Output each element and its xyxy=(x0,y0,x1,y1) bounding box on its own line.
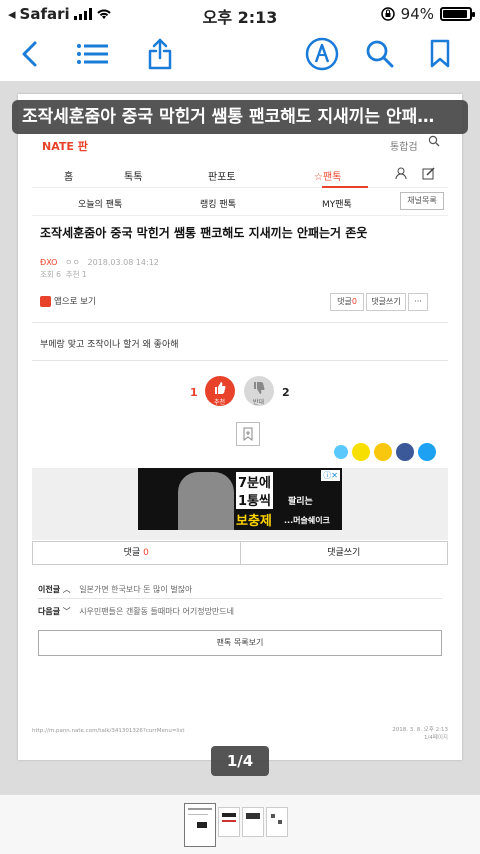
status-right: 94% xyxy=(380,5,475,23)
user-icon xyxy=(395,167,407,180)
nate-pann-logo: NATE 판 xyxy=(42,140,88,153)
comment-tabs: 댓글 0 댓글쓰기 xyxy=(32,541,448,565)
markup-pen-icon[interactable] xyxy=(304,36,340,72)
thumbnail-page-3[interactable] xyxy=(242,807,264,837)
app-view-button: 앱으로 보기 xyxy=(40,295,96,307)
reader-toolbar xyxy=(0,28,480,82)
upvote-count: 1 xyxy=(190,386,198,399)
comment-count: 0 xyxy=(351,297,357,306)
app-icon xyxy=(40,295,51,307)
chevron-down-icon: ﹀ xyxy=(60,607,71,616)
twitter-icon xyxy=(418,443,436,461)
downvote-count: 2 xyxy=(282,386,290,399)
post-recommend: 추천 1 xyxy=(65,270,87,279)
post-body: 부메랑 맞고 조작이나 할거 왜 좋아해 xyxy=(40,340,179,350)
battery-percent: 94% xyxy=(400,5,434,23)
nav-home: 홈 xyxy=(64,172,74,183)
back-chevron-icon[interactable] xyxy=(12,36,48,72)
battery-icon xyxy=(440,7,475,21)
thumbnail-page-1[interactable] xyxy=(184,803,216,847)
post-stats: 조회 6 추천 1 xyxy=(40,269,87,280)
scrap-button xyxy=(236,422,260,446)
ad-line1: 7분에 xyxy=(236,472,273,491)
post-date: 2018.03.08 14:12 xyxy=(87,258,159,267)
prev-post: 이전글 ︿ 일본가면 한국보다 돈 많이 벌잖아 xyxy=(38,584,192,595)
nav-toktok: 톡톡 xyxy=(124,172,143,183)
ad-line3: 팔리는 xyxy=(288,497,313,507)
tab-write-comment: 댓글쓰기 xyxy=(239,542,448,564)
app-view-label: 앱으로 보기 xyxy=(54,297,96,307)
comment-count-box: 댓글0 xyxy=(330,293,364,311)
more-box: ··· xyxy=(408,293,428,311)
thumbnail-page-4[interactable] xyxy=(266,807,288,837)
advertisement-banner: 7분에 1통씩 팔리는 보충제 ...머슬쉐이크 ⓘ✕ xyxy=(138,468,342,530)
write-comment-box: 댓글쓰기 xyxy=(366,293,406,311)
main-nav: 홈 톡톡 판포토 ☆팬톡 xyxy=(32,160,448,188)
prev-label: 이전글 xyxy=(38,585,61,594)
footer-timestamp: 2018. 3. 8. 오후 2:13 xyxy=(392,727,448,733)
next-label: 다음글 xyxy=(38,607,61,616)
kakaotalk-icon xyxy=(352,443,370,461)
post-views: 조회 6 xyxy=(40,270,61,279)
ad-line2: 1통씩 xyxy=(236,490,273,509)
channel-list-button: 채널목록 xyxy=(400,192,444,210)
thumbnail-strip xyxy=(0,794,480,854)
share-icons xyxy=(334,443,436,461)
upvote-label: 추천 xyxy=(214,399,226,406)
divider xyxy=(32,322,448,323)
next-text: 시우민팬들은 갠활동 들때마다 어기정망만드네 xyxy=(79,607,235,616)
nav-active-underline xyxy=(322,186,368,188)
comment-label: 댓글 xyxy=(337,297,352,306)
thumbs-up-icon xyxy=(215,382,226,394)
page-indicator: 1/4 xyxy=(211,746,269,776)
search-icon xyxy=(428,135,440,147)
write-icon xyxy=(422,167,435,180)
document-viewer[interactable]: NATE 판 통합검 홈 톡톡 판포토 ☆팬톡 오늘의 팬톡 랭킹 팬톡 MY팬… xyxy=(0,82,480,794)
ad-line4: 보충제 xyxy=(236,514,272,529)
thumbs-down-icon xyxy=(254,382,265,394)
sub-nav: 오늘의 팬톡 랭킹 팬톡 MY팬톡 채널목록 xyxy=(32,190,448,216)
post-meta: ĐXO ㅇㅇ 2018.03.08 14:12 xyxy=(40,257,159,268)
next-post: 다음글 ﹀ 시우민팬들은 갠활동 들때마다 어기정망만드네 xyxy=(38,606,234,617)
document-title-banner: 조작세훈줌아 중국 막힌거 쌤통 팬코해도 지새끼는 안패… xyxy=(12,100,468,134)
integrated-search-label: 통합검 xyxy=(390,142,418,153)
subnav-my: MY팬톡 xyxy=(322,200,352,210)
downvote-label: 반대 xyxy=(253,399,265,406)
band-icon xyxy=(334,445,348,459)
kakaostory-icon xyxy=(374,443,392,461)
share-icon[interactable] xyxy=(142,36,178,72)
ad-close-icon: ⓘ✕ xyxy=(321,470,340,481)
upvote-button: 추천 xyxy=(205,376,235,406)
footer-date: 2018. 3. 8. 오후 2:13 1/4페이지 xyxy=(392,726,448,742)
post-author: ĐXO xyxy=(40,258,58,267)
chevron-up-icon: ︿ xyxy=(60,585,71,594)
rotation-lock-icon xyxy=(380,7,395,21)
subnav-today: 오늘의 팬톡 xyxy=(78,200,123,210)
divider xyxy=(38,598,442,599)
ad-model-image xyxy=(178,472,234,530)
status-bar: ◂ Safari 오후 2:13 94% xyxy=(0,0,480,28)
bookmark-plus-icon xyxy=(243,427,253,441)
nav-fantalk: ☆팬톡 xyxy=(314,172,342,183)
thumbnail-page-2[interactable] xyxy=(218,807,240,837)
pdf-page: NATE 판 통합검 홈 톡톡 판포토 ☆팬톡 오늘의 팬톡 랭킹 팬톡 MY팬… xyxy=(18,94,462,760)
list-icon[interactable] xyxy=(74,36,110,72)
facebook-icon xyxy=(396,443,414,461)
tab-comments-count: 0 xyxy=(143,548,149,558)
bookmark-icon[interactable] xyxy=(422,36,458,72)
divider xyxy=(32,360,448,361)
tab-comments: 댓글 0 xyxy=(33,542,240,564)
footer-url: http://m.pann.nate.com/talk/341301326?cu… xyxy=(32,728,185,734)
post-meta-mid: ㅇㅇ xyxy=(65,258,80,267)
search-icon[interactable] xyxy=(362,36,398,72)
prev-text: 일본가면 한국보다 돈 많이 벌잖아 xyxy=(79,585,193,594)
ad-line5: ...머슬쉐이크 xyxy=(284,516,330,525)
subnav-ranking: 랭킹 팬톡 xyxy=(200,200,236,210)
footer-page: 1/4페이지 xyxy=(423,735,448,741)
list-view-button: 팬톡 목록보기 xyxy=(38,630,442,656)
downvote-button: 반대 xyxy=(244,376,274,406)
tab-comments-label: 댓글 xyxy=(123,548,141,558)
nav-pannphoto: 판포토 xyxy=(208,172,236,183)
post-title: 조작세훈줌아 중국 막힌거 쌤통 팬코해도 지새끼는 안패는거 존웃 xyxy=(40,226,368,240)
